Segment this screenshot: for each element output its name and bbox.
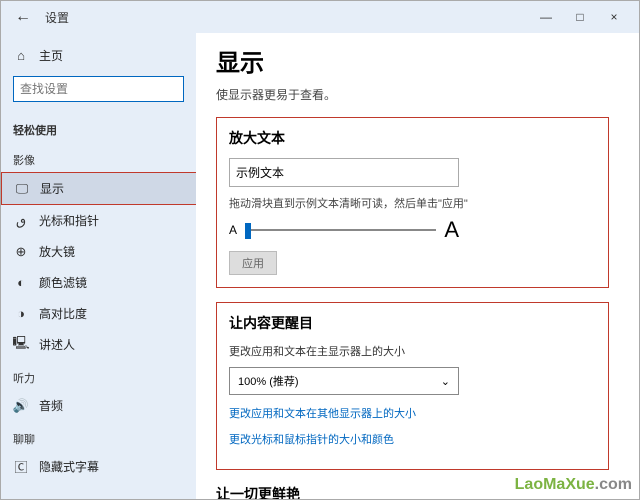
main-area: ⌂ 主页 轻松使用 影像 🖵 显示 ٯ 光标和指针 ⊕ 放大镜 ◐ 颜 [1, 33, 639, 499]
search-wrap [1, 70, 196, 112]
watermark: LaoMaXue.com [515, 476, 632, 494]
magnifier-icon: ⊕ [13, 244, 29, 260]
home-label: 主页 [39, 47, 63, 64]
close-button[interactable]: × [597, 10, 631, 24]
sidebar-item-label: 光标和指针 [39, 212, 99, 229]
group-heading: 轻松使用 [1, 112, 196, 142]
a-small-icon: A [229, 223, 237, 237]
category-vision: 影像 [1, 142, 196, 172]
page-title: 显示 [216, 43, 609, 78]
scale-dropdown[interactable]: 100% (推荐) ⌄ [229, 367, 459, 395]
cursor-icon: ٯ [13, 213, 29, 229]
link-other-displays[interactable]: 更改应用和文本在其他显示器上的大小 [229, 405, 596, 421]
sidebar-item-contrast[interactable]: ◑ 高对比度 [1, 298, 196, 329]
slider-hint: 拖动滑块直到示例文本清晰可读，然后单击"应用" [229, 195, 596, 211]
search-input[interactable] [13, 76, 184, 102]
sidebar-item-colorfilter[interactable]: ◐ 颜色滤镜 [1, 267, 196, 298]
sidebar: ⌂ 主页 轻松使用 影像 🖵 显示 ٯ 光标和指针 ⊕ 放大镜 ◐ 颜 [1, 33, 196, 499]
maximize-button[interactable]: □ [563, 10, 597, 24]
home-icon: ⌂ [13, 48, 29, 64]
sidebar-item-magnifier[interactable]: ⊕ 放大镜 [1, 236, 196, 267]
sidebar-item-label: 显示 [40, 180, 64, 197]
contrast-icon: ◑ [13, 306, 29, 322]
sidebar-item-display[interactable]: 🖵 显示 [1, 172, 196, 205]
slider-thumb[interactable] [245, 223, 251, 239]
content-area: 显示 使显示器更易于查看。 放大文本 示例文本 拖动滑块直到示例文本清晰可读，然… [196, 33, 639, 499]
panel-make-text-bigger: 放大文本 示例文本 拖动滑块直到示例文本清晰可读，然后单击"应用" A A 应用 [216, 117, 609, 288]
link-cursor-size[interactable]: 更改光标和鼠标指针的大小和颜色 [229, 431, 596, 447]
panel-heading: 让内容更醒目 [229, 313, 596, 333]
text-size-slider-row: A A [229, 217, 459, 243]
titlebar: ← 设置 — □ × [1, 1, 639, 33]
settings-window: ← 设置 — □ × ⌂ 主页 轻松使用 影像 🖵 显示 ٯ 光标和指针 [0, 0, 640, 500]
category-hearing: 听力 [1, 360, 196, 390]
display-icon: 🖵 [14, 181, 30, 197]
watermark-a: LaoMaXue [515, 476, 595, 493]
text-size-slider[interactable] [245, 220, 436, 240]
watermark-b: .com [595, 476, 632, 493]
sidebar-item-label: 放大镜 [39, 243, 75, 260]
narrator-icon: 🖳 [13, 337, 29, 353]
sidebar-item-cursor[interactable]: ٯ 光标和指针 [1, 205, 196, 236]
sidebar-item-label: 音频 [39, 397, 63, 414]
sidebar-item-cc[interactable]: 🄲 隐藏式字幕 [1, 451, 196, 482]
page-subtitle: 使显示器更易于查看。 [216, 86, 609, 103]
sidebar-item-audio[interactable]: 🔊 音频 [1, 390, 196, 421]
sample-text-box: 示例文本 [229, 158, 459, 187]
scale-description: 更改应用和文本在主显示器上的大小 [229, 343, 596, 359]
category-chat: 聊聊 [1, 421, 196, 451]
sidebar-item-label: 颜色滤镜 [39, 274, 87, 291]
dropdown-value: 100% (推荐) [238, 373, 299, 389]
panel-heading: 放大文本 [229, 128, 596, 148]
sidebar-item-narrator[interactable]: 🖳 讲述人 [1, 329, 196, 360]
slider-track [245, 229, 436, 231]
home-link[interactable]: ⌂ 主页 [1, 41, 196, 70]
audio-icon: 🔊 [13, 398, 29, 414]
a-large-icon: A [444, 217, 459, 243]
window-controls: — □ × [529, 10, 631, 24]
cc-icon: 🄲 [13, 459, 29, 475]
sidebar-item-label: 讲述人 [39, 336, 75, 353]
apply-button[interactable]: 应用 [229, 251, 277, 275]
window-title: 设置 [45, 9, 69, 26]
back-button[interactable]: ← [9, 8, 37, 26]
panel-make-bigger: 让内容更醒目 更改应用和文本在主显示器上的大小 100% (推荐) ⌄ 更改应用… [216, 302, 609, 470]
minimize-button[interactable]: — [529, 10, 563, 24]
sidebar-item-label: 高对比度 [39, 305, 87, 322]
colorfilter-icon: ◐ [13, 275, 29, 291]
chevron-down-icon: ⌄ [441, 375, 450, 388]
sidebar-item-label: 隐藏式字幕 [39, 458, 99, 475]
